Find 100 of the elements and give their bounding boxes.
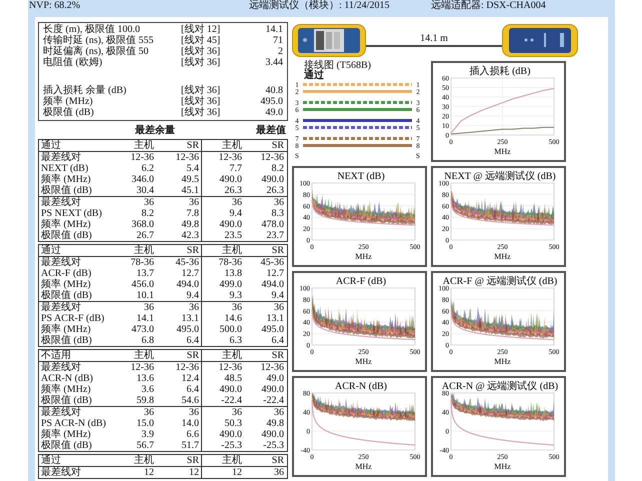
table-cell-text: -25.3	[262, 440, 285, 451]
table-cell: 48.5	[201, 373, 244, 384]
table-cell-text: 最差线对	[40, 197, 82, 208]
column-header: SR	[186, 245, 200, 256]
column-header: SR	[186, 140, 200, 151]
chart-title: ACR-N @ 远端测试仪 (dB)	[442, 381, 558, 392]
table-cell-text: 12-36	[174, 152, 200, 163]
table-cell-text: 12-36	[130, 362, 155, 373]
table-cell: 50.3	[201, 418, 244, 429]
table-cell-text: 6.4	[270, 335, 285, 346]
chart-title: ACR-F @ 远端测试仪 (dB)	[442, 276, 558, 287]
table-cell: 490.0	[201, 384, 244, 395]
measurement-value: 40.8	[264, 85, 283, 96]
table-cell-text: 368.0	[130, 219, 155, 230]
table-cell-text: 14.1	[136, 313, 155, 324]
chart-title: NEXT (dB)	[337, 171, 385, 182]
table-cell-text: 6.8	[140, 335, 155, 346]
table-cell-text: 49.0	[266, 373, 285, 384]
table-cell-text: 473.0	[130, 324, 155, 335]
table-cell-text: PS ACR-F (dB)	[40, 313, 106, 324]
wire-map-title: 接线图 (T568B)	[303, 61, 372, 71]
table-cell-text: 频率 (MHz)	[40, 174, 92, 185]
table-cell-text: 12-36	[260, 362, 285, 373]
measurement-value: 3.44	[264, 57, 283, 68]
column-header: SR	[270, 455, 285, 466]
table-cell-text: 3.6	[140, 384, 155, 395]
measurement-label: 时延偏离 (ns), 极限值 50	[43, 46, 150, 57]
table-cell-text: 最差线对	[40, 257, 82, 268]
table-cell-text: 频率 (MHz)	[40, 384, 92, 395]
table-cell-text: 12.7	[180, 268, 200, 279]
table-cell: 499.0	[201, 279, 244, 290]
measurement-label: 长度 (m), 极限值 100.0	[43, 24, 141, 35]
column-header: 主机	[133, 245, 155, 256]
table-cell-text: 9.4	[186, 290, 200, 301]
remote-tester-date: 远端测试仪（模块）: 11/24/2015	[249, 0, 390, 11]
table-cell-text: 极限值 (dB)	[40, 290, 93, 301]
axis-label: MHz	[494, 252, 511, 261]
table-cell-text: 频率 (MHz)	[40, 219, 92, 230]
table-cell: 12	[201, 467, 244, 478]
cable-length: 14.1 m	[420, 33, 448, 45]
table-cell-text: 8.2	[140, 208, 155, 219]
table-cell: 36	[201, 302, 244, 313]
axis-label: MHz	[494, 357, 511, 366]
pair-label: [线对 36]	[181, 96, 222, 107]
measurement-label: 传输时延 (ns), 极限值 555	[43, 35, 155, 46]
table-cell-text: 456.0	[130, 279, 155, 290]
table-cell-text: 9.4	[270, 290, 285, 301]
measurement-value: 495.0	[260, 96, 283, 107]
table-cell-text: 6.4	[186, 384, 200, 395]
wire-map-status: 通过	[303, 71, 325, 81]
table-cell-text: 495.0	[260, 324, 285, 335]
axis-label: MHz	[494, 147, 511, 156]
table-cell-text: 12	[188, 467, 200, 478]
table-cell-text: ACR-F (dB)	[40, 268, 92, 279]
measurement-value: 71	[272, 35, 283, 46]
table-cell: 36	[201, 197, 244, 208]
table-cell-text: 36	[188, 302, 200, 313]
table-cell: 36	[201, 407, 244, 418]
chart-title: 插入损耗 (dB)	[470, 66, 530, 77]
table-cell-text: 23.7	[266, 230, 285, 241]
table-cell-text: 494.0	[176, 279, 200, 290]
axis-label: MHz	[494, 462, 511, 471]
axis-label: MHz	[355, 252, 372, 261]
table-cell-text: 10.1	[136, 290, 155, 301]
status-label: 不适用	[40, 350, 72, 361]
measurement-label: 插入损耗 余量 (dB)	[43, 85, 128, 96]
table-cell-text: 42.3	[180, 230, 200, 241]
table-cell-text: 极限值 (dB)	[40, 185, 93, 196]
table-cell: -22.4	[201, 395, 244, 406]
pair-label: [线对 36]	[181, 107, 222, 118]
table-cell-text: 51.7	[180, 440, 200, 451]
column-header: 主机	[201, 455, 244, 466]
pair-label: [线对 45]	[181, 35, 222, 46]
status-label: 通过	[40, 245, 61, 256]
table-cell-text: PS ACR-N (dB)	[40, 418, 108, 429]
measurement-label: 电阻值 (欧姆)	[43, 57, 104, 68]
table-cell: 490.0	[201, 429, 244, 440]
table-cell-text: 12-36	[130, 152, 155, 163]
table-cell-text: 36	[188, 197, 200, 208]
table-cell-text: 490.0	[260, 174, 285, 185]
table-cell-text: 36	[143, 197, 155, 208]
table-cell: 490.0	[201, 219, 244, 230]
column-header: SR	[186, 350, 200, 361]
table-cell-text: 13.1	[266, 313, 285, 324]
pair-label: [线对 36]	[181, 57, 222, 68]
table-cell-text: 78-36	[130, 257, 155, 268]
status-label: 通过	[40, 140, 61, 151]
table-cell-text: 最差线对	[40, 152, 82, 163]
table-cell-text: 13.1	[180, 313, 200, 324]
table-cell: 26.3	[201, 185, 244, 196]
table-cell-text: 36	[188, 407, 200, 418]
column-header: SR	[270, 350, 285, 361]
table-cell-text: 12-36	[174, 362, 200, 373]
measurement-value: 14.1	[264, 24, 283, 35]
measurement-label: 频率 (MHz)	[43, 96, 94, 107]
axis-label: MHz	[355, 462, 372, 471]
table-cell-text: 最差线对	[40, 302, 82, 313]
table-cell-text: 494.0	[260, 279, 285, 290]
table-cell-text: 6.4	[186, 335, 200, 346]
status-label: 通过	[40, 455, 61, 466]
